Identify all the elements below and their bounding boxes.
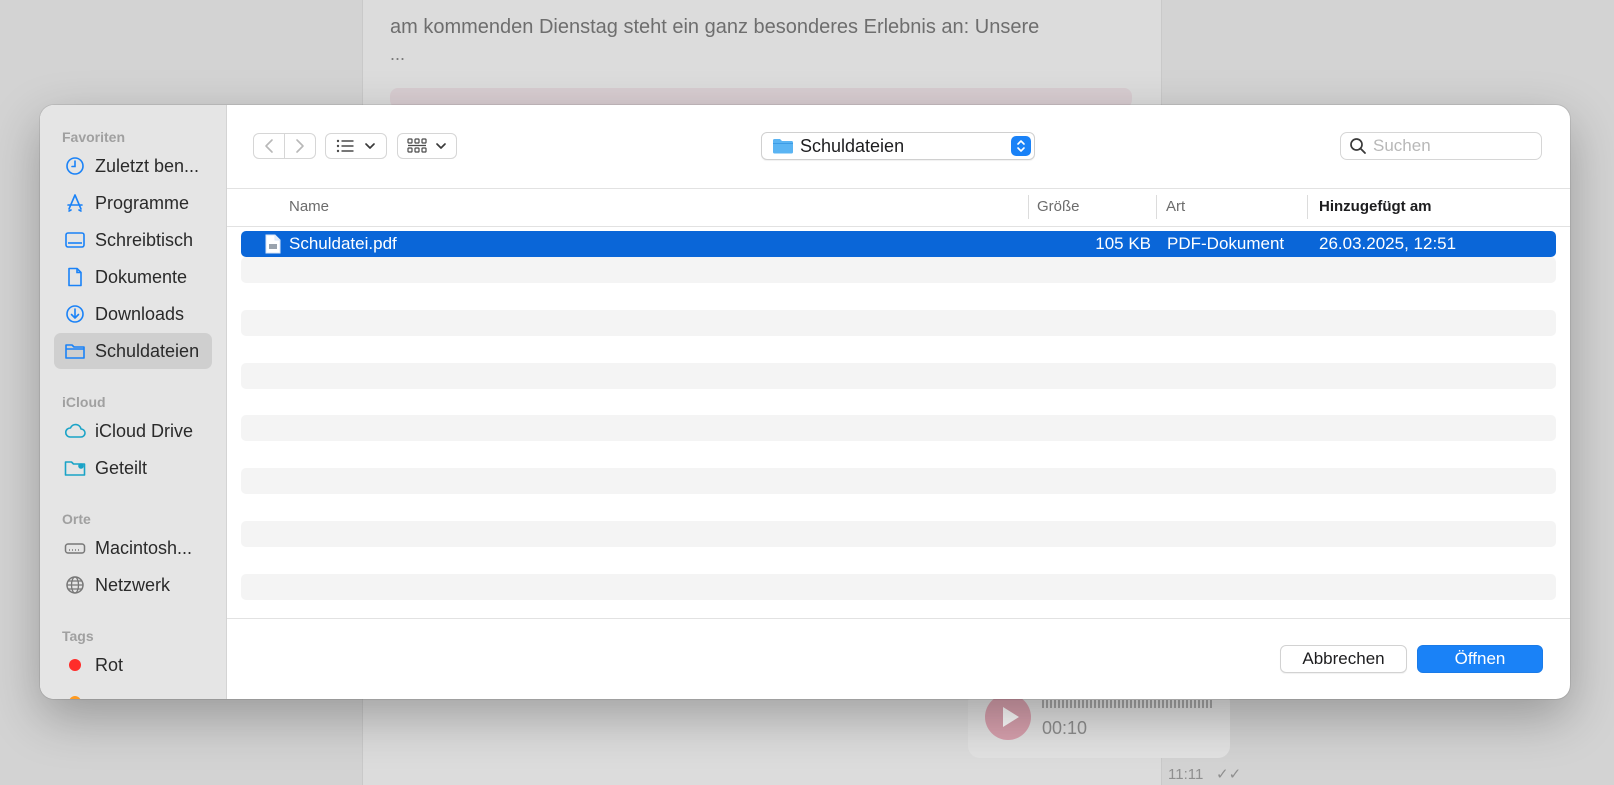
apps-icon bbox=[64, 192, 86, 214]
group-button[interactable] bbox=[397, 133, 457, 159]
sidebar-item-schuldateien[interactable]: Schuldateien bbox=[54, 333, 212, 369]
sidebar-item-tag-orange-partial[interactable] bbox=[54, 684, 212, 699]
column-headers: Name Größe Art Hinzugefügt am bbox=[227, 189, 1570, 227]
voice-duration: 00:10 bbox=[1042, 718, 1088, 738]
search-input[interactable] bbox=[1373, 136, 1523, 156]
table-row[interactable]: Schuldatei.pdf 105 KB PDF-Dokument 26.03… bbox=[241, 231, 1556, 257]
back-button[interactable] bbox=[253, 133, 285, 159]
column-header-kind[interactable]: Art bbox=[1166, 198, 1185, 215]
column-header-size[interactable]: Größe bbox=[1037, 198, 1080, 215]
dialog-footer: Abbrechen Öffnen bbox=[227, 618, 1570, 699]
sidebar-item-shared[interactable]: Geteilt bbox=[54, 450, 212, 486]
empty-row bbox=[241, 257, 1556, 283]
clock-icon bbox=[64, 155, 86, 177]
sidebar-item-label: Zuletzt ben... bbox=[95, 155, 200, 176]
sidebar-item-label: Downloads bbox=[95, 303, 185, 324]
search-icon bbox=[1350, 138, 1366, 154]
popup-stepper-icon bbox=[1011, 136, 1031, 156]
chevron-left-icon bbox=[265, 139, 273, 153]
column-header-name[interactable]: Name bbox=[289, 198, 329, 215]
cancel-button[interactable]: Abbrechen bbox=[1280, 645, 1407, 673]
grid-icon bbox=[407, 138, 427, 153]
empty-row bbox=[241, 521, 1556, 547]
pdf-file-icon bbox=[265, 234, 281, 259]
list-icon bbox=[336, 139, 354, 153]
sidebar-section-orte: Orte bbox=[62, 511, 91, 527]
chevron-down-icon bbox=[365, 143, 375, 149]
column-divider[interactable] bbox=[1307, 195, 1308, 219]
sidebar-item-label: Schreibtisch bbox=[95, 229, 194, 250]
empty-row bbox=[241, 310, 1556, 336]
sidebar-item-label: Dokumente bbox=[95, 266, 188, 287]
sidebar-item-macintosh-hd[interactable]: Macintosh... bbox=[54, 530, 212, 566]
file-browser: Schuldateien Name Größe Art Hinzugefügt … bbox=[227, 105, 1570, 699]
desktop-icon bbox=[64, 229, 86, 251]
sidebar-item-label: Netzwerk bbox=[95, 574, 171, 595]
column-header-date-added[interactable]: Hinzugefügt am bbox=[1319, 198, 1432, 215]
list-view-button[interactable] bbox=[325, 133, 387, 159]
empty-row bbox=[241, 415, 1556, 441]
column-divider[interactable] bbox=[1156, 195, 1157, 219]
forward-button[interactable] bbox=[284, 133, 316, 159]
empty-row bbox=[241, 574, 1556, 600]
hard-drive-icon bbox=[64, 537, 86, 559]
location-popup[interactable]: Schuldateien bbox=[761, 132, 1035, 160]
sidebar-section-favoriten: Favoriten bbox=[62, 129, 126, 145]
read-receipt-icon: ✓✓ bbox=[1216, 766, 1242, 783]
file-name: Schuldatei.pdf bbox=[289, 234, 397, 253]
sidebar-item-recents[interactable]: Zuletzt ben... bbox=[54, 148, 212, 184]
file-size: 105 KB bbox=[1095, 234, 1151, 253]
sidebar: Favoriten Zuletzt ben... Programme Schre… bbox=[40, 105, 227, 699]
sidebar-item-documents[interactable]: Dokumente bbox=[54, 259, 212, 295]
sidebar-section-tags: Tags bbox=[62, 628, 94, 644]
globe-icon bbox=[64, 574, 86, 596]
chevron-down-icon bbox=[436, 143, 446, 149]
sidebar-item-label: Schuldateien bbox=[95, 340, 200, 361]
sidebar-item-network[interactable]: Netzwerk bbox=[54, 567, 212, 603]
sidebar-item-label: Geteilt bbox=[95, 457, 148, 478]
sidebar-item-downloads[interactable]: Downloads bbox=[54, 296, 212, 332]
message-time: 11:11 bbox=[1168, 766, 1204, 783]
chevron-right-icon bbox=[296, 139, 304, 153]
search-field[interactable] bbox=[1340, 132, 1542, 160]
open-button[interactable]: Öffnen bbox=[1417, 645, 1543, 673]
red-tag-dot-icon bbox=[64, 654, 86, 676]
document-icon bbox=[64, 266, 86, 288]
background-message-ellipsis: ... bbox=[390, 44, 406, 64]
empty-row bbox=[241, 363, 1556, 389]
open-file-dialog: Favoriten Zuletzt ben... Programme Schre… bbox=[40, 105, 1570, 699]
folder-icon bbox=[773, 139, 793, 154]
toolbar: Schuldateien bbox=[227, 105, 1570, 189]
current-folder-label: Schuldateien bbox=[800, 135, 905, 156]
sidebar-item-desktop[interactable]: Schreibtisch bbox=[54, 222, 212, 258]
folder-icon bbox=[64, 340, 86, 362]
play-icon bbox=[985, 694, 1031, 740]
sidebar-item-applications[interactable]: Programme bbox=[54, 185, 212, 221]
sidebar-item-label: Programme bbox=[95, 192, 190, 213]
sidebar-item-tag-red[interactable]: Rot bbox=[54, 647, 212, 683]
sidebar-item-label: Macintosh... bbox=[95, 537, 193, 558]
waveform-icon bbox=[1042, 700, 1214, 708]
shared-folder-icon bbox=[64, 457, 86, 479]
empty-row bbox=[241, 468, 1556, 494]
sidebar-item-label: iCloud Drive bbox=[95, 420, 194, 441]
column-divider[interactable] bbox=[1028, 195, 1029, 219]
download-icon bbox=[64, 303, 86, 325]
sidebar-item-icloud-drive[interactable]: iCloud Drive bbox=[54, 413, 212, 449]
sidebar-section-icloud: iCloud bbox=[62, 394, 106, 410]
orange-tag-dot-icon bbox=[64, 691, 86, 699]
sidebar-item-label: Rot bbox=[95, 654, 124, 675]
file-date-added: 26.03.2025, 12:51 bbox=[1319, 234, 1457, 253]
file-kind: PDF-Dokument bbox=[1167, 234, 1285, 253]
cloud-icon bbox=[64, 420, 86, 442]
background-message-text: am kommenden Dienstag steht ein ganz bes… bbox=[390, 16, 1040, 38]
